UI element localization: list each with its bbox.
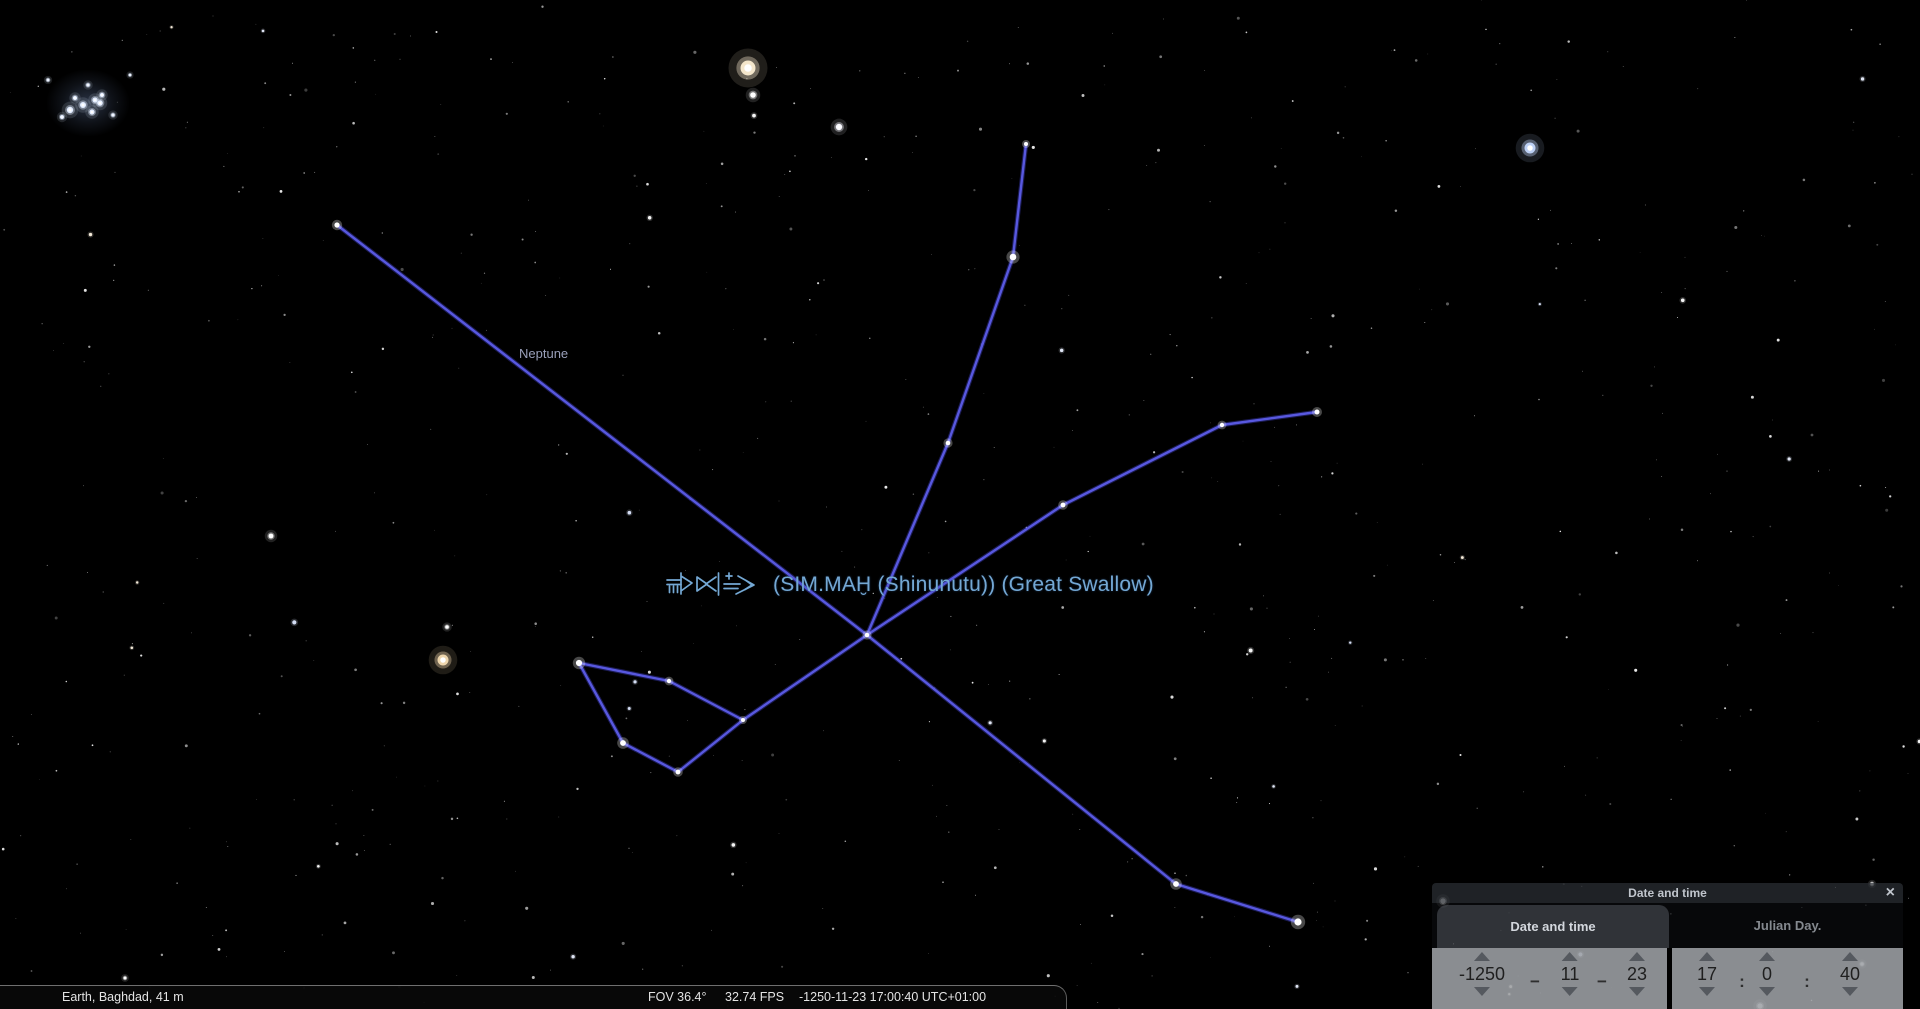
status-location: Earth, Baghdad, 41 m bbox=[62, 990, 184, 1004]
month-value[interactable]: 11 bbox=[1561, 964, 1580, 984]
second-spinner: 40 bbox=[1840, 952, 1860, 996]
time-separator: : bbox=[1739, 972, 1745, 991]
time-separator: : bbox=[1804, 972, 1810, 991]
dialog-tab-bar: Date and time Julian Day. bbox=[1432, 903, 1903, 948]
month-up-arrow[interactable] bbox=[1562, 952, 1578, 961]
close-icon[interactable]: × bbox=[1886, 883, 1895, 903]
date-separator: − bbox=[1530, 972, 1540, 991]
hour-down-arrow[interactable] bbox=[1699, 987, 1715, 996]
day-spinner: 23 bbox=[1627, 952, 1647, 996]
minute-up-arrow[interactable] bbox=[1759, 952, 1775, 961]
second-value[interactable]: 40 bbox=[1840, 964, 1860, 984]
day-value[interactable]: 23 bbox=[1627, 964, 1647, 984]
month-spinner: 11 bbox=[1561, 952, 1580, 996]
date-time-dialog: Date and time × Date and time Julian Day… bbox=[1432, 883, 1903, 1009]
status-fps: 32.74 FPS bbox=[725, 990, 785, 1004]
minute-down-arrow[interactable] bbox=[1759, 987, 1775, 996]
minute-spinner: 0 bbox=[1759, 952, 1775, 996]
time-spinner-panel: 17 : 0 : 40 bbox=[1672, 948, 1903, 1009]
year-up-arrow[interactable] bbox=[1473, 952, 1490, 961]
stellarium-window: (SIM.MAḪ (Shinunutu)) (Great Swallow) Ne… bbox=[0, 0, 1920, 1009]
status-datetime: -1250-11-23 17:00:40 UTC+01:00 bbox=[799, 990, 987, 1004]
hour-value[interactable]: 17 bbox=[1697, 964, 1717, 984]
day-up-arrow[interactable] bbox=[1629, 952, 1645, 961]
tab-date-and-time[interactable]: Date and time bbox=[1437, 905, 1669, 948]
year-spinner: -1250 bbox=[1459, 952, 1505, 996]
status-fov: FOV 36.4° bbox=[648, 990, 707, 1004]
minute-value[interactable]: 0 bbox=[1762, 964, 1772, 984]
tab-julian-day[interactable]: Julian Day. bbox=[1672, 903, 1903, 948]
year-down-arrow[interactable] bbox=[1473, 987, 1490, 996]
hour-up-arrow[interactable] bbox=[1699, 952, 1715, 961]
dialog-titlebar[interactable]: Date and time × bbox=[1432, 883, 1903, 903]
sky-canvas[interactable] bbox=[0, 0, 1920, 1009]
second-down-arrow[interactable] bbox=[1842, 987, 1858, 996]
hour-spinner: 17 bbox=[1697, 952, 1717, 996]
date-spinner-panel: -1250 − 11 − 23 bbox=[1432, 948, 1667, 1009]
dialog-title: Date and time bbox=[1628, 886, 1707, 900]
month-down-arrow[interactable] bbox=[1562, 987, 1578, 996]
year-value[interactable]: -1250 bbox=[1459, 964, 1505, 984]
status-bar: Earth, Baghdad, 41 m FOV 36.4° 32.74 FPS… bbox=[0, 985, 1067, 1009]
date-separator: − bbox=[1597, 972, 1607, 991]
second-up-arrow[interactable] bbox=[1842, 952, 1858, 961]
dialog-spinners: -1250 − 11 − 23 17: 0: 40 bbox=[1432, 948, 1903, 1009]
day-down-arrow[interactable] bbox=[1629, 987, 1645, 996]
